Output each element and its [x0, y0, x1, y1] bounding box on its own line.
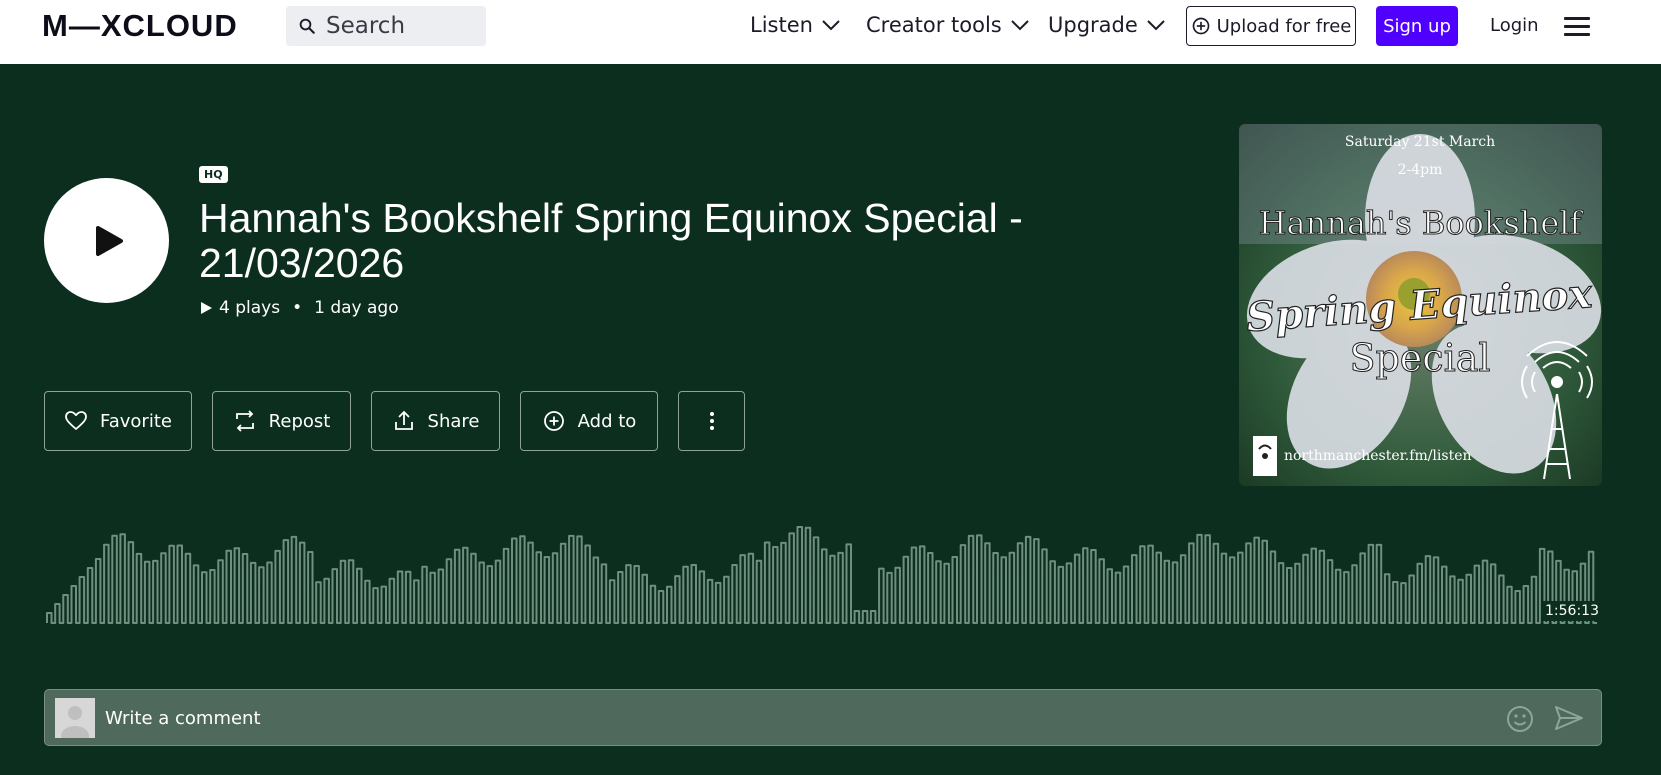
avatar: [55, 698, 95, 738]
artwork-url: northmanchester.fm/listen: [1284, 448, 1472, 464]
play-count-icon: [201, 302, 212, 314]
nav-creator-tools[interactable]: Creator tools: [866, 13, 1030, 37]
more-vertical-icon: [709, 412, 714, 430]
artwork-date: Saturday 21st March: [1345, 134, 1495, 150]
user-placeholder-icon: [61, 706, 89, 738]
upload-button[interactable]: Upload for free: [1186, 6, 1356, 46]
meta-separator: •: [292, 298, 303, 318]
chevron-down-icon: [822, 20, 840, 31]
add-to-button[interactable]: Add to: [520, 391, 658, 451]
chevron-down-icon: [1011, 20, 1029, 31]
artwork-image: Saturday 21st March 2-4pm Hannah's Books…: [1239, 124, 1602, 486]
waveform-outline: [46, 526, 1597, 624]
chevron-down-icon: [1147, 20, 1165, 31]
share-button[interactable]: Share: [371, 391, 500, 451]
audio-waveform[interactable]: [44, 520, 1600, 630]
login-link[interactable]: Login: [1490, 15, 1539, 36]
more-options-button[interactable]: [678, 391, 745, 451]
search-icon: [299, 18, 315, 34]
show-artwork[interactable]: Saturday 21st March 2-4pm Hannah's Books…: [1239, 124, 1602, 486]
add-circle-icon: [543, 411, 564, 431]
menu-icon[interactable]: [1564, 17, 1590, 37]
signup-button[interactable]: Sign up: [1376, 6, 1458, 46]
favorite-button[interactable]: Favorite: [44, 391, 192, 451]
artwork-name: Hannah's Bookshelf: [1259, 204, 1584, 242]
repost-icon: [235, 410, 254, 432]
show-meta: 4 plays • 1 day ago: [199, 298, 399, 318]
station-logo-icon: [1253, 436, 1277, 476]
plus-circle-icon: [1192, 17, 1209, 35]
heart-icon: [65, 411, 87, 430]
play-icon: [95, 225, 123, 256]
upload-age: 1 day ago: [314, 298, 399, 318]
artwork-special: Special: [1349, 336, 1490, 380]
nav-upgrade[interactable]: Upgrade: [1048, 13, 1166, 37]
search-placeholder: Search: [326, 13, 406, 39]
mixcloud-logo[interactable]: M—XCLOUD: [42, 8, 238, 43]
search-box[interactable]: Search: [286, 6, 486, 46]
send-icon[interactable]: [1553, 704, 1585, 732]
track-duration: 1:56:13: [1541, 601, 1603, 621]
play-button[interactable]: [44, 178, 169, 303]
nav-listen[interactable]: Listen: [750, 13, 841, 37]
top-navigation: M—XCLOUD Search Listen Creator tools Upg…: [0, 0, 1661, 64]
play-count: 4 plays: [219, 298, 281, 318]
repost-button[interactable]: Repost: [212, 391, 351, 451]
emoji-icon[interactable]: [1505, 704, 1535, 734]
show-title: Hannah's Bookshelf Spring Equinox Specia…: [199, 195, 1023, 286]
comment-input[interactable]: [105, 698, 1405, 738]
comment-box: [44, 689, 1602, 746]
artwork-time: 2-4pm: [1398, 162, 1443, 178]
hq-badge: HQ: [199, 166, 228, 183]
share-icon: [394, 410, 413, 430]
